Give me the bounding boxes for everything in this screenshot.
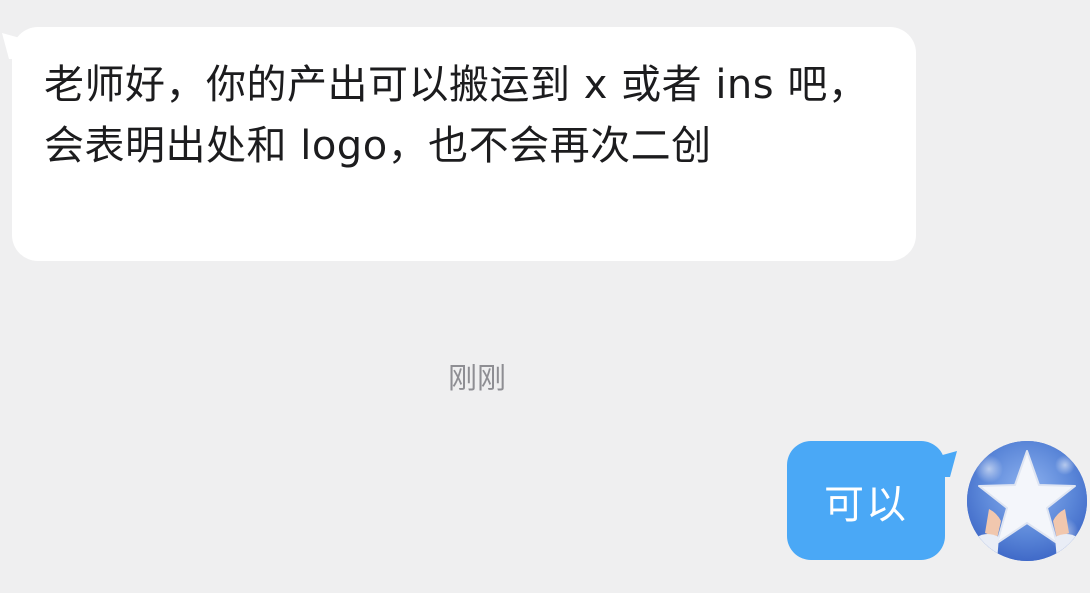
avatar[interactable] <box>967 441 1087 561</box>
incoming-bubble-tail <box>2 33 30 59</box>
star-avatar-icon <box>967 441 1087 561</box>
outgoing-message-bubble[interactable]: 可以 <box>787 441 957 560</box>
chat-thread: 老师好，你的产出可以搬运到 x 或者 ins 吧，会表明出处和 logo，也不会… <box>0 0 1090 593</box>
message-timestamp: 刚刚 <box>447 361 506 395</box>
outgoing-message-text: 可以 <box>824 481 908 528</box>
outgoing-bubble-tail <box>929 451 957 477</box>
incoming-message-text: 老师好，你的产出可以搬运到 x 或者 ins 吧，会表明出处和 logo，也不会… <box>44 62 869 169</box>
incoming-message-bubble[interactable]: 老师好，你的产出可以搬运到 x 或者 ins 吧，会表明出处和 logo，也不会… <box>2 27 916 261</box>
